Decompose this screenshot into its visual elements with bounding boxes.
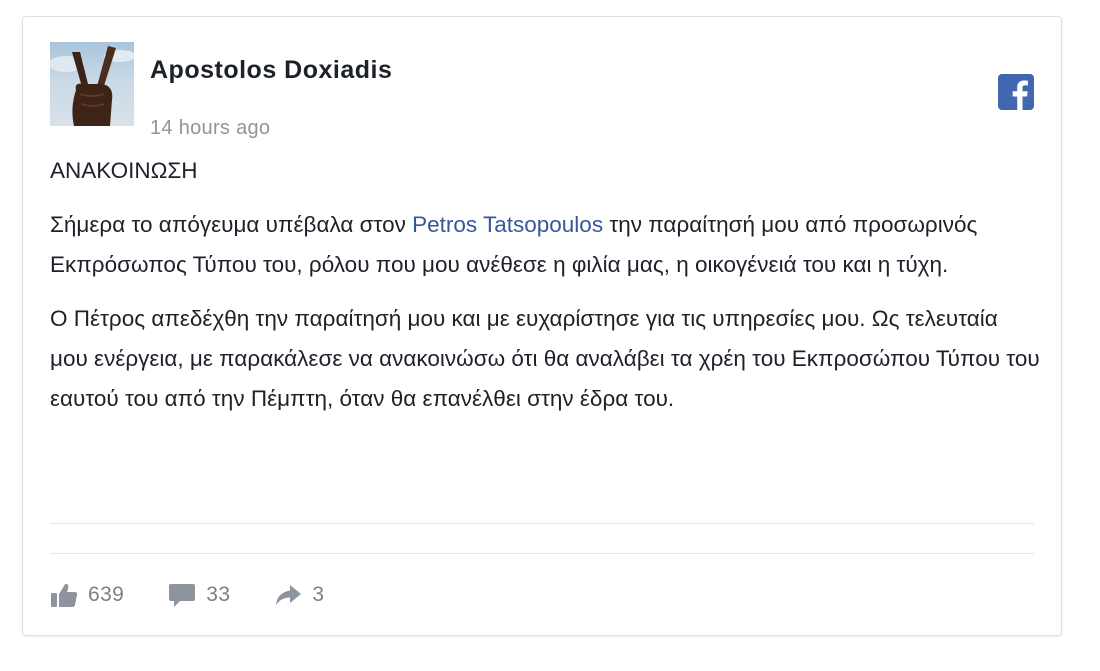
post-card: Apostolos Doxiadis 14 hours ago ΑΝΑΚΟΙΝΩ… xyxy=(22,16,1062,636)
author-name[interactable]: Apostolos Doxiadis xyxy=(150,56,392,85)
share-arrow-icon xyxy=(276,585,302,605)
post-timestamp[interactable]: 14 hours ago xyxy=(150,117,270,140)
share-count: 3 xyxy=(312,583,325,606)
post-paragraph-1: Σήμερα το απόγευμα υπέβαλα στον Petros T… xyxy=(50,205,1040,285)
post-header: Apostolos Doxiadis 14 hours ago xyxy=(50,42,1034,139)
like-button[interactable]: 639 xyxy=(50,582,124,608)
speech-bubble-icon xyxy=(169,584,196,607)
comment-count: 33 xyxy=(206,583,231,606)
post-heading: ΑΝΑΚΟΙΝΩΣΗ xyxy=(50,158,198,183)
victory-hand-image xyxy=(50,46,134,126)
like-count: 639 xyxy=(88,583,125,606)
post-paragraph-2: Ο Πέτρος απεδέχθη την παραίτησή μου και … xyxy=(50,306,1040,411)
thumbs-up-icon xyxy=(51,583,78,607)
post-body: ΑΝΑΚΟΙΝΩΣΗ Σήμερα το απόγευμα υπέβαλα στ… xyxy=(50,151,1040,419)
avatar[interactable] xyxy=(50,42,134,126)
facebook-icon[interactable] xyxy=(998,74,1034,110)
post-stats: 639 33 3 xyxy=(50,580,369,610)
paragraph-1-text-start: Σήμερα το απόγευμα υπέβαλα στον xyxy=(50,212,413,237)
mention-link[interactable]: Petros Tatsopoulos xyxy=(412,212,603,237)
comment-button[interactable]: 33 xyxy=(168,582,230,608)
divider xyxy=(50,523,1034,524)
share-button[interactable]: 3 xyxy=(274,582,324,608)
divider xyxy=(50,553,1034,554)
